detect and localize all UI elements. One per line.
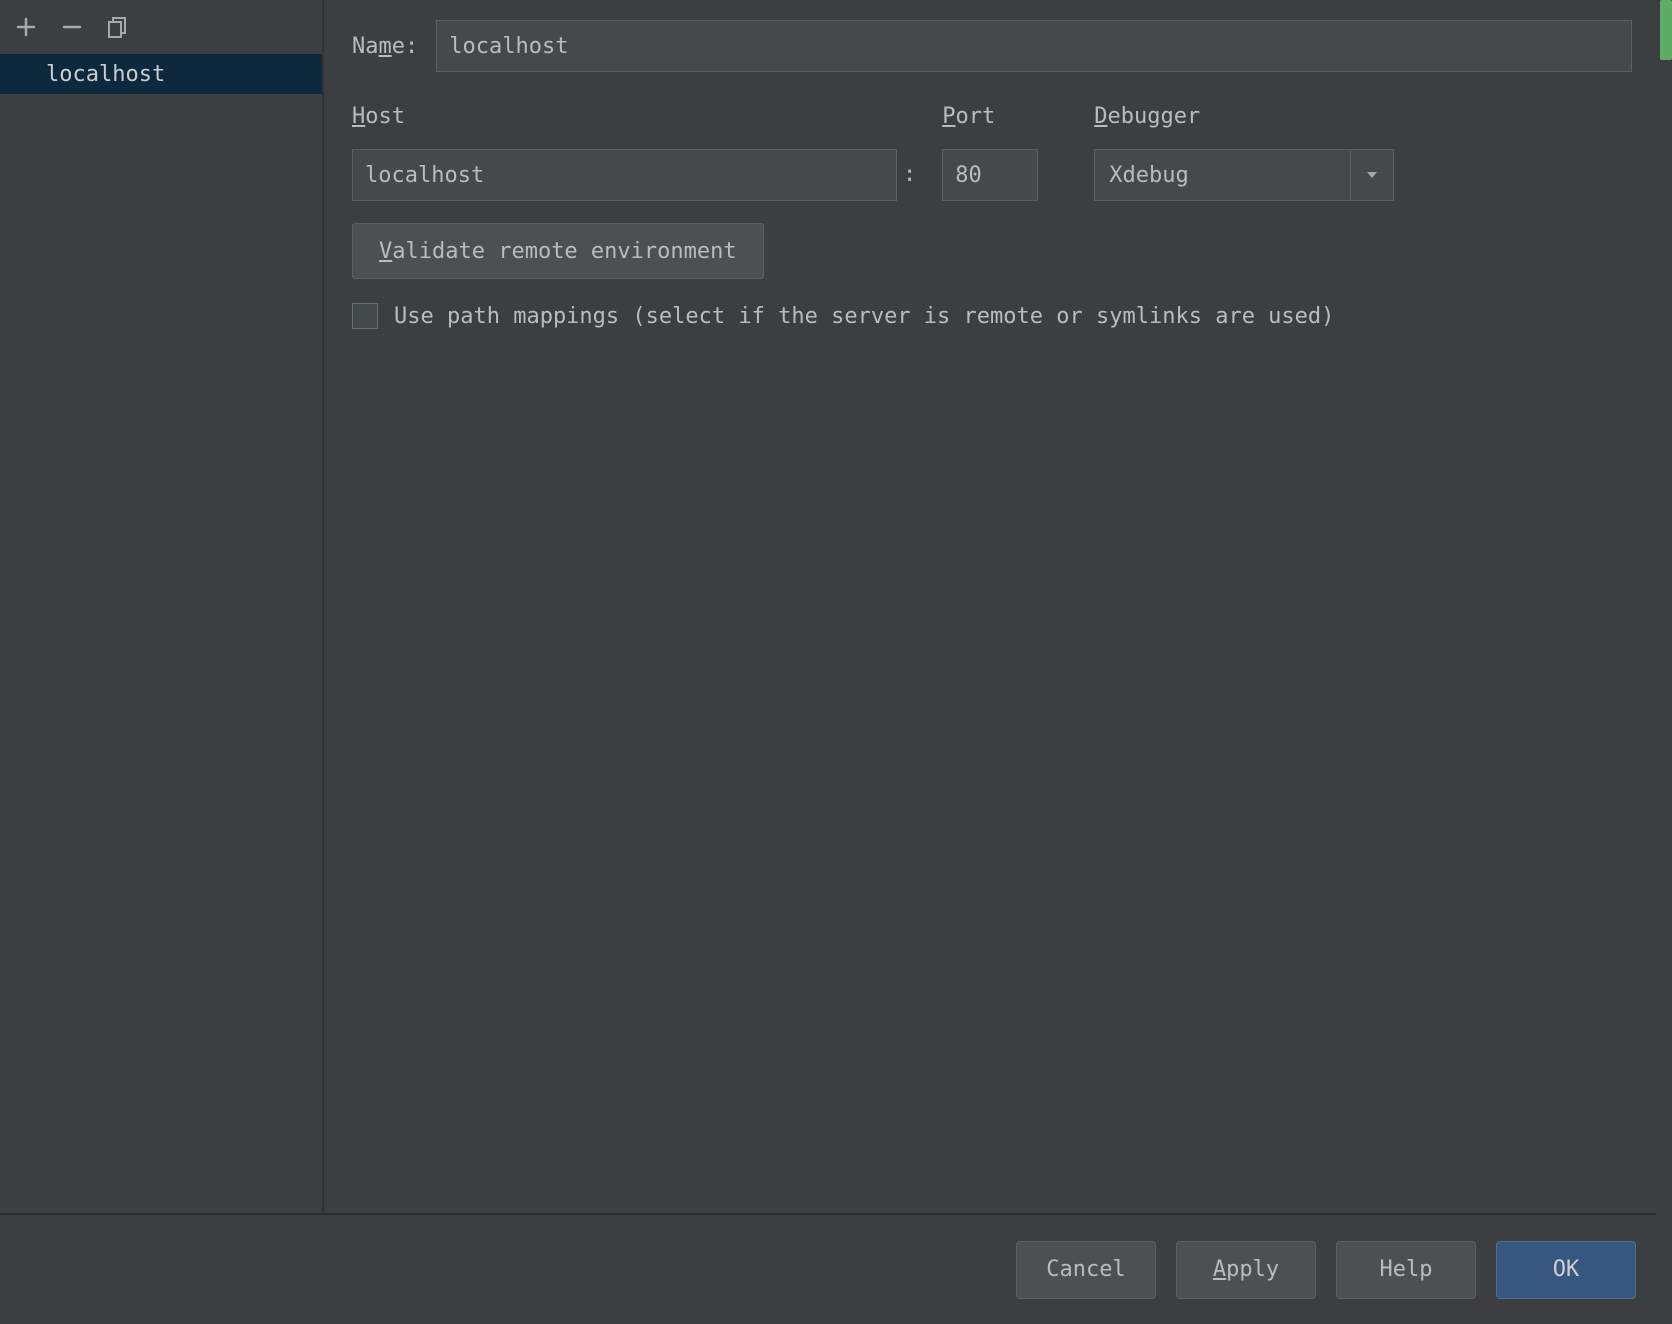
path-mappings-checkbox[interactable] (352, 303, 378, 329)
port-label-mn: P (942, 104, 955, 129)
debugger-field: Debugger Xdebug (1094, 104, 1394, 201)
port-field: Port (942, 104, 1038, 201)
server-list: localhost (0, 54, 322, 1213)
server-list-item-label: localhost (46, 62, 165, 87)
port-label-post: ort (956, 104, 996, 129)
add-icon[interactable] (12, 13, 40, 41)
name-label-pre: Na (352, 34, 379, 59)
debugger-dropdown-value: Xdebug (1094, 149, 1350, 201)
debugger-label-post: ebugger (1108, 104, 1201, 129)
server-list-item[interactable]: localhost (0, 54, 322, 94)
host-label: Host (352, 104, 922, 129)
host-input[interactable] (352, 149, 897, 201)
apply-button[interactable]: Apply (1176, 1241, 1316, 1299)
path-mappings-label: Use path mappings (select if the server … (394, 304, 1334, 329)
scrollbar[interactable] (1656, 0, 1672, 1324)
debugger-label: Debugger (1094, 104, 1394, 129)
dialog-button-bar: Cancel Apply Help OK (0, 1214, 1672, 1324)
name-label: Name: (352, 34, 418, 59)
form-area: Name: Host : Port (324, 0, 1672, 1213)
host-field: Host : (352, 104, 922, 201)
ok-button[interactable]: OK (1496, 1241, 1636, 1299)
apply-post: pply (1226, 1257, 1279, 1282)
validate-mn: V (379, 239, 392, 264)
validate-post: alidate remote environment (392, 239, 736, 264)
name-row: Name: (352, 20, 1632, 72)
cancel-label: Cancel (1046, 1257, 1125, 1282)
name-label-post: e: (392, 34, 419, 59)
debugger-dropdown[interactable]: Xdebug (1094, 149, 1394, 201)
scrollbar-thumb[interactable] (1660, 0, 1672, 60)
sidebar: localhost (0, 0, 324, 1213)
help-button[interactable]: Help (1336, 1241, 1476, 1299)
copy-icon[interactable] (104, 13, 132, 41)
host-label-post: ost (365, 104, 405, 129)
dialog-root: localhost Name: Host : (0, 0, 1672, 1324)
remove-icon[interactable] (58, 13, 86, 41)
path-mappings-row: Use path mappings (select if the server … (352, 303, 1632, 329)
debugger-label-mn: D (1094, 104, 1107, 129)
validate-button[interactable]: Validate remote environment (352, 223, 764, 279)
sidebar-toolbar (0, 0, 322, 54)
port-input[interactable] (942, 149, 1038, 201)
chevron-down-icon[interactable] (1350, 149, 1394, 201)
apply-mn: A (1213, 1257, 1226, 1282)
name-label-mn: m (379, 34, 392, 59)
port-label: Port (942, 104, 1038, 129)
main-panel: localhost Name: Host : (0, 0, 1672, 1214)
host-port-debugger-row: Host : Port Debugger (352, 104, 1632, 201)
name-input[interactable] (436, 20, 1632, 72)
host-port-separator: : (897, 149, 922, 201)
help-label: Help (1380, 1257, 1433, 1282)
validate-row: Validate remote environment (352, 223, 1632, 303)
host-label-mn: H (352, 104, 365, 129)
ok-label: OK (1553, 1257, 1580, 1282)
cancel-button[interactable]: Cancel (1016, 1241, 1156, 1299)
